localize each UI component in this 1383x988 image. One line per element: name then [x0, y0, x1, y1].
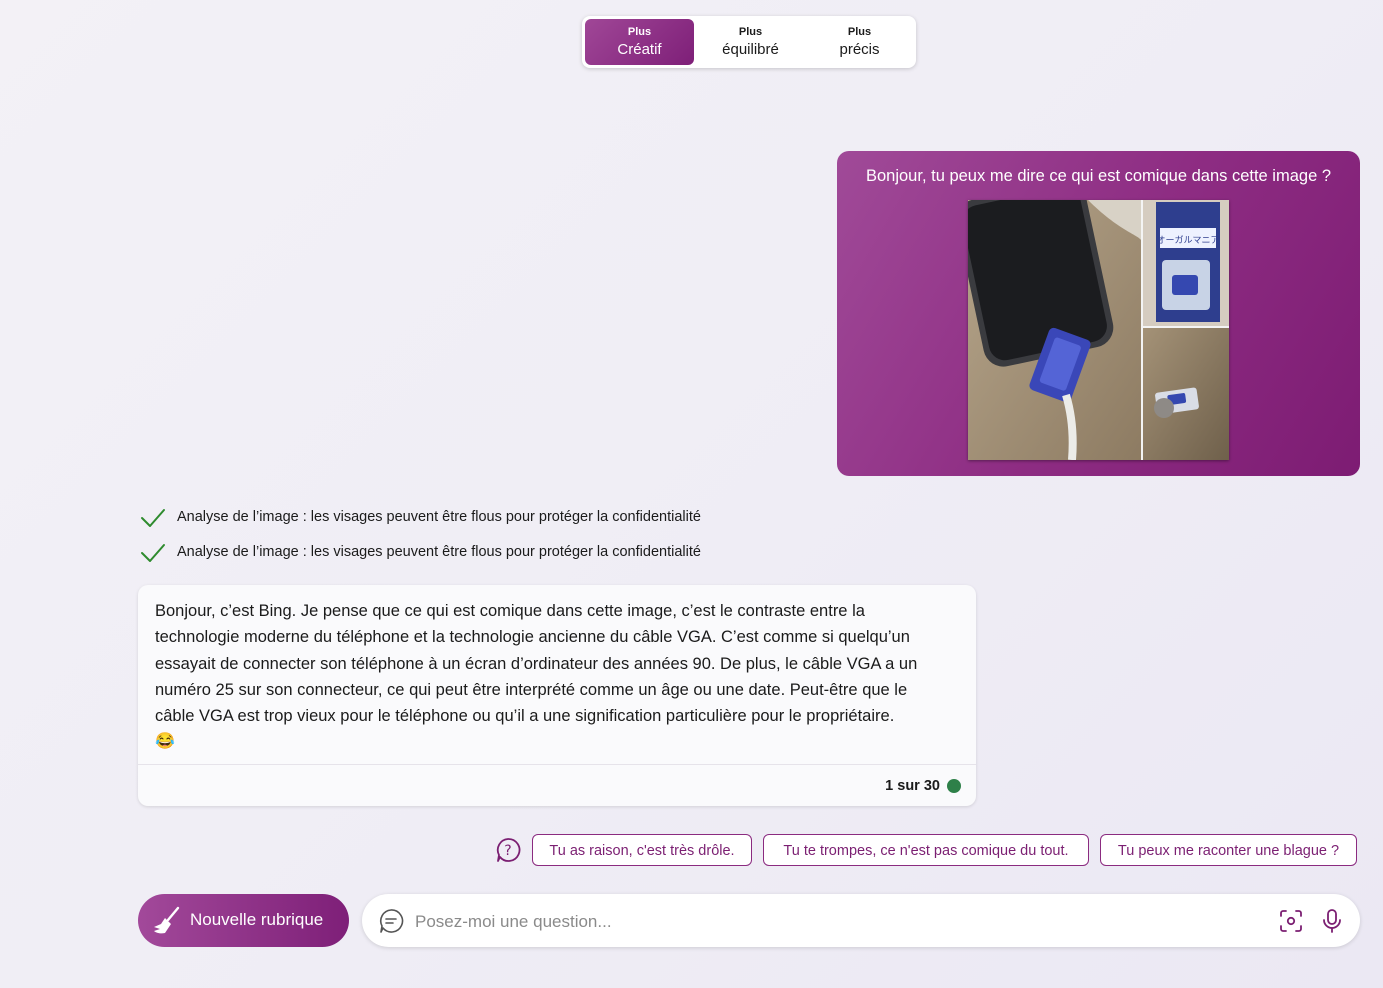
turn-counter: 1 sur 30 [885, 778, 940, 794]
user-message-bubble: Bonjour, tu peux me dire ce qui est comi… [837, 151, 1360, 476]
chat-bubble-icon [379, 909, 404, 933]
attached-image[interactable]: オーガルマニア [968, 200, 1229, 460]
user-message-text: Bonjour, tu peux me dire ce qui est comi… [865, 167, 1332, 185]
question-bubble-icon[interactable]: ? [495, 837, 521, 863]
tone-creative-label: Créatif [617, 41, 662, 58]
tone-balanced-prefix: Plus [738, 26, 763, 38]
bot-message-text: Bonjour, c’est Bing. Je pense que ce qui… [155, 598, 965, 756]
suggestion-chip[interactable]: Tu te trompes, ce n'est pas comique du t… [763, 834, 1089, 866]
tone-balanced-button[interactable]: Plus équilibré [696, 19, 805, 65]
attached-image-collage: オーガルマニア [968, 200, 1229, 460]
svg-text:オーガルマニア: オーガルマニア [1156, 235, 1219, 246]
tone-creative-button[interactable]: Plus Créatif [585, 19, 694, 65]
bot-message-line: câble VGA est trop vieux pour le télépho… [155, 707, 895, 726]
new-topic-label: Nouvelle rubrique [190, 910, 324, 929]
image-analysis-status-text: Analyse de l’image : les visages peuvent… [177, 544, 701, 560]
image-analysis-status-text: Analyse de l’image : les visages peuvent… [177, 509, 701, 525]
bot-message-line: essayait de connecter son téléphone à un… [155, 654, 918, 673]
laughing-emoji-icon: 😂 [155, 733, 175, 751]
tone-precise-prefix: Plus [847, 26, 872, 38]
chat-input-box [362, 894, 1360, 947]
svg-text:?: ? [504, 843, 511, 859]
image-analysis-status: Analyse de l’image : les visages peuvent… [140, 541, 740, 565]
checkmark-icon [141, 544, 165, 562]
turn-status-dot-icon [947, 779, 961, 793]
chat-input[interactable] [413, 907, 1257, 936]
bot-message-line: numéro 25 sur son connecteur, ce qui peu… [155, 680, 908, 699]
tone-balanced-label: équilibré [722, 41, 779, 58]
tone-creative-prefix: Plus [627, 26, 652, 38]
suggestion-chip[interactable]: Tu peux me raconter une blague ? [1100, 834, 1357, 866]
microphone-icon[interactable] [1321, 908, 1343, 934]
divider [138, 764, 976, 765]
visual-search-icon[interactable] [1279, 909, 1303, 933]
conversation-style-selector: Plus Créatif Plus équilibré Plus précis [582, 16, 916, 68]
new-topic-button[interactable]: Nouvelle rubrique [138, 894, 349, 947]
suggestion-chip[interactable]: Tu as raison, c'est très drôle. [532, 834, 752, 866]
bot-message-line: technologie moderne du téléphone et la t… [155, 628, 910, 647]
checkmark-icon [141, 509, 165, 527]
bot-message-line: Bonjour, c’est Bing. Je pense que ce qui… [155, 602, 865, 620]
bot-message-bubble: Bonjour, c’est Bing. Je pense que ce qui… [138, 585, 976, 806]
tone-precise-label: précis [839, 41, 880, 58]
broom-icon [154, 906, 180, 934]
tone-precise-button[interactable]: Plus précis [805, 19, 914, 65]
image-analysis-status: Analyse de l’image : les visages peuvent… [140, 506, 740, 530]
